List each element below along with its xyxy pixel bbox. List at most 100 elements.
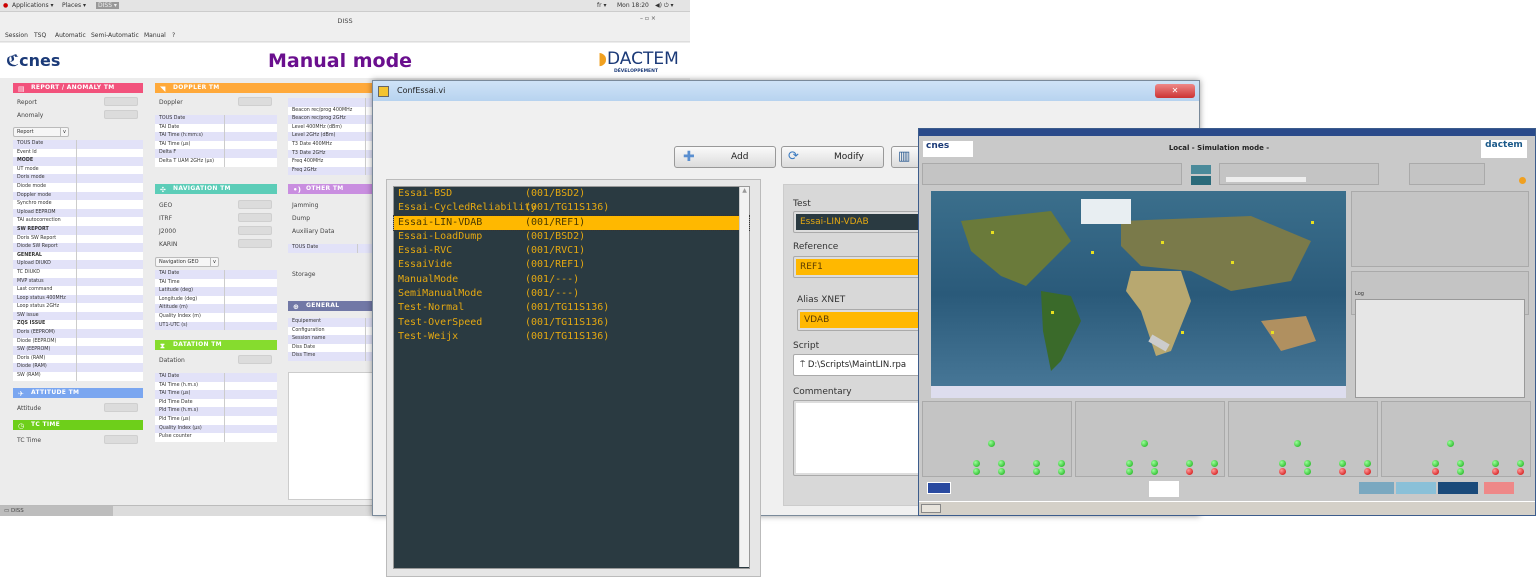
row-label: Loop status 400MHz bbox=[13, 294, 77, 304]
datation-header: ⧗ DATATION TM bbox=[155, 340, 277, 350]
row-label: SW REPORT bbox=[13, 225, 77, 235]
test-list[interactable]: Essai-BSD (001/BSD2) Essai-CycledReliabili… bbox=[393, 186, 750, 569]
status-led bbox=[1339, 460, 1346, 467]
stopwatch-icon: ◷ bbox=[18, 422, 25, 430]
test-list-item[interactable]: Essai-BSD (001/BSD2) bbox=[394, 187, 749, 201]
table-row: Loop status 400MHz bbox=[13, 294, 143, 304]
session-file-panel bbox=[922, 163, 1182, 185]
sim-display-button[interactable] bbox=[1409, 163, 1485, 185]
status-led bbox=[973, 460, 980, 467]
list-scrollbar[interactable]: ▲ bbox=[739, 187, 749, 567]
report-select[interactable]: Report v bbox=[13, 127, 69, 137]
status-led bbox=[1141, 440, 1148, 447]
start-button[interactable] bbox=[921, 504, 941, 513]
row-label: Freq 2GHz bbox=[288, 166, 366, 176]
window-controls[interactable]: – ▫ × bbox=[640, 15, 656, 22]
alias-xnet-field[interactable]: VDAB bbox=[797, 309, 927, 331]
test-list-item[interactable]: EssaiVide (001/REF1) bbox=[394, 258, 749, 272]
row-label: Upload EEPROM bbox=[13, 208, 77, 218]
general-text-area bbox=[288, 372, 378, 500]
table-row: Diss Time bbox=[288, 352, 378, 361]
test-list-item[interactable]: Essai-LoadDump (001/BSD2) bbox=[394, 230, 749, 244]
test-list-item[interactable]: Test-Weijx (001/TG11S136) bbox=[394, 330, 749, 344]
row-label: TAI Time (µs) bbox=[155, 140, 225, 150]
test-list-item[interactable]: Essai-RVC (001/RVC1) bbox=[394, 244, 749, 258]
table-row: TOUS Date bbox=[13, 140, 143, 149]
sim-exit-button[interactable] bbox=[927, 482, 951, 494]
status-led bbox=[998, 468, 1005, 475]
row-label: Doris mode bbox=[13, 174, 77, 183]
antenna-icon: ◥ bbox=[160, 85, 166, 93]
menu-item[interactable]: TSQ bbox=[34, 32, 46, 39]
taskbar-item-diss[interactable]: ▭ DISS bbox=[0, 506, 113, 516]
channel-panel bbox=[1381, 401, 1531, 477]
row-label: GENERAL bbox=[13, 251, 77, 261]
status-led bbox=[1304, 468, 1311, 475]
test-field[interactable]: Essai-LIN-VDAB bbox=[793, 211, 923, 233]
table-row: T3 Date 400MHz bbox=[288, 140, 378, 150]
sim-button-2[interactable] bbox=[1396, 482, 1436, 494]
row-label: T3 Date 2GHz bbox=[288, 149, 366, 159]
test-reference: (001/---) bbox=[525, 288, 580, 300]
channel-panel bbox=[1075, 401, 1225, 477]
places-menu[interactable]: Places ▾ bbox=[62, 2, 86, 9]
script-path-field[interactable]: ⍑ D:\Scripts\MaintLIN.rpa bbox=[793, 354, 923, 376]
clock[interactable]: Mon 18:20 bbox=[617, 2, 649, 9]
chevron-down-icon: v bbox=[210, 258, 218, 266]
row-label: Diode (RAM) bbox=[13, 363, 77, 373]
menu-item[interactable]: Manual bbox=[144, 32, 166, 39]
row-label: Diss Date bbox=[288, 343, 366, 353]
commentary-field[interactable] bbox=[793, 400, 923, 476]
other-tm-label: Auxiliary Data bbox=[292, 228, 335, 235]
reference-field[interactable]: REF1 bbox=[793, 256, 923, 278]
menu-item[interactable]: Session bbox=[5, 32, 28, 39]
dactem-logo: ◗DACTEM DÉVELOPPEMENT bbox=[598, 49, 679, 74]
anomaly-label: Anomaly bbox=[17, 112, 44, 119]
app-menu[interactable]: DISS ▾ bbox=[96, 2, 119, 9]
test-list-item[interactable]: Essai-LIN-VDAB (001/REF1) bbox=[393, 214, 750, 231]
system-menu-icons[interactable]: ◀) ⏻ ▾ bbox=[655, 2, 674, 10]
navigation-select[interactable]: Navigation GEO v bbox=[155, 257, 219, 267]
modify-button[interactable]: ⟳ Modify bbox=[781, 146, 884, 168]
close-button[interactable]: ✕ bbox=[1155, 84, 1195, 98]
world-map[interactable] bbox=[931, 191, 1346, 398]
sim-button-3[interactable] bbox=[1438, 482, 1478, 494]
menu-item[interactable]: ? bbox=[172, 32, 175, 39]
test-list-item[interactable]: ManualMode (001/---) bbox=[394, 273, 749, 287]
table-row: MODE bbox=[13, 157, 143, 166]
test-list-item[interactable]: SemiManualMode (001/---) bbox=[394, 287, 749, 301]
alias-xnet-label: Alias XNET bbox=[797, 295, 846, 305]
sim-title: Local - Simulation mode - bbox=[1168, 144, 1270, 152]
row-label: Diode (EEPROM) bbox=[13, 337, 77, 347]
other-tm-label: Jamming bbox=[292, 202, 319, 209]
applications-menu[interactable]: Applications ▾ bbox=[12, 2, 54, 9]
table-row: Doppler mode bbox=[13, 191, 143, 201]
test-list-item[interactable]: Essai-CycledReliability(001/TG11S136) bbox=[394, 201, 749, 215]
sim-button-1[interactable] bbox=[1359, 482, 1394, 494]
sim-button-4[interactable] bbox=[1484, 482, 1514, 494]
table-row: Synchro mode bbox=[13, 200, 143, 209]
language-menu[interactable]: fr ▾ bbox=[597, 2, 607, 9]
menu-item[interactable]: Semi-Automatic bbox=[91, 32, 139, 39]
doppler-beacon-table: Beacon rec/prog 400MHz Beacon rec/prog 2G… bbox=[288, 98, 378, 176]
sim-bottom-logo bbox=[1149, 481, 1179, 497]
test-reference: (001/BSD2) bbox=[525, 188, 586, 199]
add-button[interactable]: ✚ Add bbox=[674, 146, 776, 168]
path-icon: ⍑ bbox=[800, 360, 806, 370]
table-row: UT1-UTC (s) bbox=[155, 321, 277, 331]
sim-browse-button-1[interactable] bbox=[1191, 165, 1211, 174]
sim-browse-button-2[interactable] bbox=[1191, 176, 1211, 185]
refresh-icon: ⟳ bbox=[788, 149, 799, 164]
test-list-item[interactable]: Test-OverSpeed (001/TG11S136) bbox=[394, 316, 749, 330]
row-label: Quality Index (µs) bbox=[155, 424, 225, 434]
navigation-table: TAI Date TAI Time Latitude (deg) Longitude … bbox=[155, 270, 277, 331]
test-list-item[interactable]: Test-Normal (001/TG11S136) bbox=[394, 301, 749, 315]
row-label: SW issue bbox=[13, 311, 77, 321]
table-row: ZQS ISSUE bbox=[13, 320, 143, 330]
status-led bbox=[1033, 460, 1040, 467]
table-row: GENERAL bbox=[13, 251, 143, 261]
table-row: Diode (EEPROM) bbox=[13, 337, 143, 347]
test-reference: (001/RVC1) bbox=[525, 245, 586, 257]
trash-icon: ▥ bbox=[898, 149, 911, 164]
menu-item[interactable]: Automatic bbox=[55, 32, 86, 39]
